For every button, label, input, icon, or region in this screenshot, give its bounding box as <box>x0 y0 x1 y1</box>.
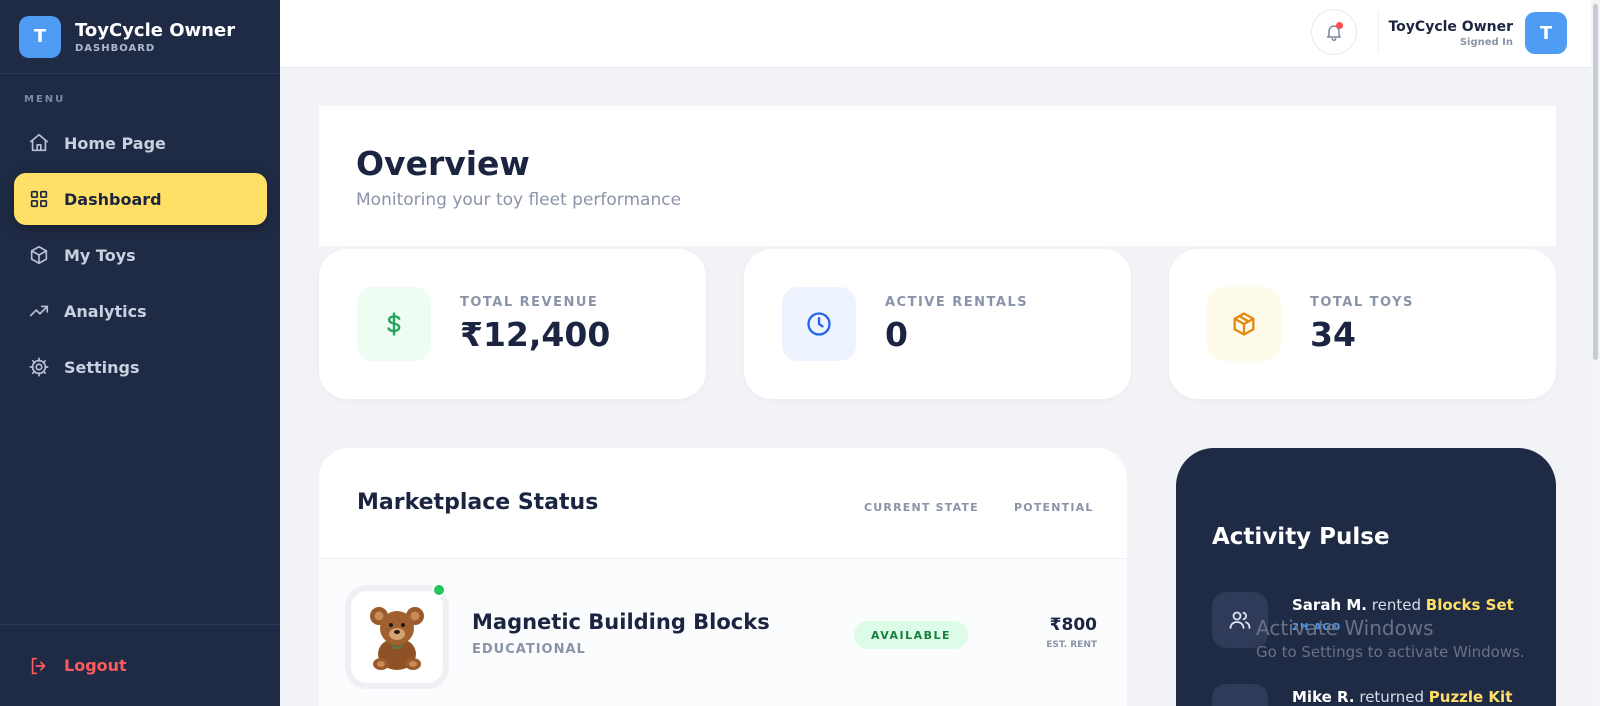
notification-button[interactable] <box>1311 9 1357 55</box>
stat-value: ₹12,400 <box>460 315 611 354</box>
toy-name: Magnetic Building Blocks <box>472 610 770 634</box>
brand[interactable]: T ToyCycle Owner DASHBOARD <box>0 0 280 74</box>
activity-title: Activity Pulse <box>1212 524 1390 550</box>
overview-panel: Overview Monitoring your toy fleet perfo… <box>319 106 1556 246</box>
marketplace-title: Marketplace Status <box>357 490 599 515</box>
activity-action: rented <box>1371 596 1421 614</box>
stat-value: 0 <box>885 315 908 354</box>
logout-button[interactable]: Logout <box>0 624 280 706</box>
sidebar-item-my-toys[interactable]: My Toys <box>14 229 267 281</box>
stat-card-active-rentals: ACTIVE RENTALS 0 <box>744 249 1131 399</box>
activity-avatar <box>1212 592 1268 648</box>
page-scrollbar[interactable] <box>1591 0 1600 706</box>
activity-user: Sarah M. <box>1292 596 1367 614</box>
activity-item-text: Mike R. returned Puzzle Kit <box>1292 688 1512 706</box>
sidebar-nav: Home Page Dashboard My Toys Analytics Se… <box>14 117 267 397</box>
brand-subtitle: DASHBOARD <box>75 42 156 54</box>
stat-card-revenue: TOTAL REVENUE ₹12,400 <box>319 249 706 399</box>
table-row[interactable]: Magnetic Building Blocks EDUCATIONAL AVA… <box>319 558 1127 706</box>
menu-label: MENU <box>24 94 66 105</box>
toy-price-label: EST. RENT <box>1046 640 1097 650</box>
scrollbar-thumb[interactable] <box>1593 4 1598 360</box>
sidebar-item-settings[interactable]: Settings <box>14 341 267 393</box>
sidebar-item-label: Analytics <box>64 301 147 321</box>
stat-label: TOTAL REVENUE <box>460 295 599 310</box>
page-subtitle: Monitoring your toy fleet performance <box>356 190 682 210</box>
trending-up-icon <box>29 305 49 317</box>
teddy-bear-image <box>370 607 424 670</box>
stat-icon-box <box>1207 287 1281 361</box>
user-status: Signed In <box>1459 36 1513 48</box>
notification-dot <box>1336 22 1343 29</box>
activity-action: returned <box>1359 688 1424 706</box>
column-header-potential: POTENTIAL <box>1014 501 1094 514</box>
stat-label: ACTIVE RENTALS <box>885 295 1029 310</box>
top-header: ToyCycle Owner Signed In T <box>280 0 1591 68</box>
user-menu[interactable]: ToyCycle Owner Signed In T <box>1388 12 1567 54</box>
column-header-current-state: CURRENT STATE <box>864 501 979 514</box>
page-title: Overview <box>356 144 530 183</box>
box-icon <box>30 245 48 265</box>
logout-label: Logout <box>64 656 127 675</box>
header-divider <box>1378 12 1379 52</box>
user-info: ToyCycle Owner Signed In <box>1388 19 1513 48</box>
logout-icon <box>31 657 46 674</box>
sidebar-item-label: Home Page <box>64 133 166 153</box>
activity-time: 2H AGO <box>1292 622 1342 633</box>
activity-user: Mike R. <box>1292 688 1355 706</box>
toy-price: ₹800 <box>1049 615 1097 635</box>
toy-thumbnail <box>345 585 449 689</box>
activity-item: Blocks Set <box>1425 596 1514 614</box>
gear-icon <box>29 357 49 377</box>
toy-category: EDUCATIONAL <box>472 642 586 657</box>
stat-value: 34 <box>1310 315 1356 354</box>
clock-icon <box>807 312 831 336</box>
grid-icon <box>30 190 48 208</box>
stat-icon-box <box>782 287 856 361</box>
activity-avatar <box>1212 684 1268 706</box>
users-icon <box>1229 611 1251 629</box>
activity-panel: Activity Pulse Sarah M. rented Blocks Se… <box>1176 448 1556 706</box>
stat-icon-box <box>357 287 431 361</box>
user-name: ToyCycle Owner <box>1388 18 1513 35</box>
brand-logo: T <box>19 15 61 58</box>
brand-text: ToyCycle Owner DASHBOARD <box>75 20 235 54</box>
marketplace-panel: Marketplace Status CURRENT STATE POTENTI… <box>319 448 1127 706</box>
sidebar-item-label: My Toys <box>64 245 136 265</box>
sidebar-item-label: Dashboard <box>64 189 162 209</box>
activity-item: Puzzle Kit <box>1428 688 1513 706</box>
sidebar-item-analytics[interactable]: Analytics <box>14 285 267 337</box>
activity-item-text: Sarah M. rented Blocks Set <box>1292 596 1514 614</box>
sidebar-item-label: Settings <box>64 357 140 377</box>
sidebar: T ToyCycle Owner DASHBOARD MENU Home Pag… <box>0 0 280 706</box>
package-icon <box>1233 312 1255 336</box>
status-badge: AVAILABLE <box>854 621 968 649</box>
stat-label: TOTAL TOYS <box>1310 295 1414 310</box>
sidebar-item-home[interactable]: Home Page <box>14 117 267 169</box>
sidebar-item-dashboard[interactable]: Dashboard <box>14 173 267 225</box>
avatar: T <box>1525 12 1567 54</box>
home-icon <box>29 133 49 152</box>
stat-card-total-toys: TOTAL TOYS 34 <box>1169 249 1556 399</box>
brand-title: ToyCycle Owner <box>75 19 236 41</box>
online-status-dot <box>432 583 446 597</box>
dollar-icon <box>387 312 401 336</box>
